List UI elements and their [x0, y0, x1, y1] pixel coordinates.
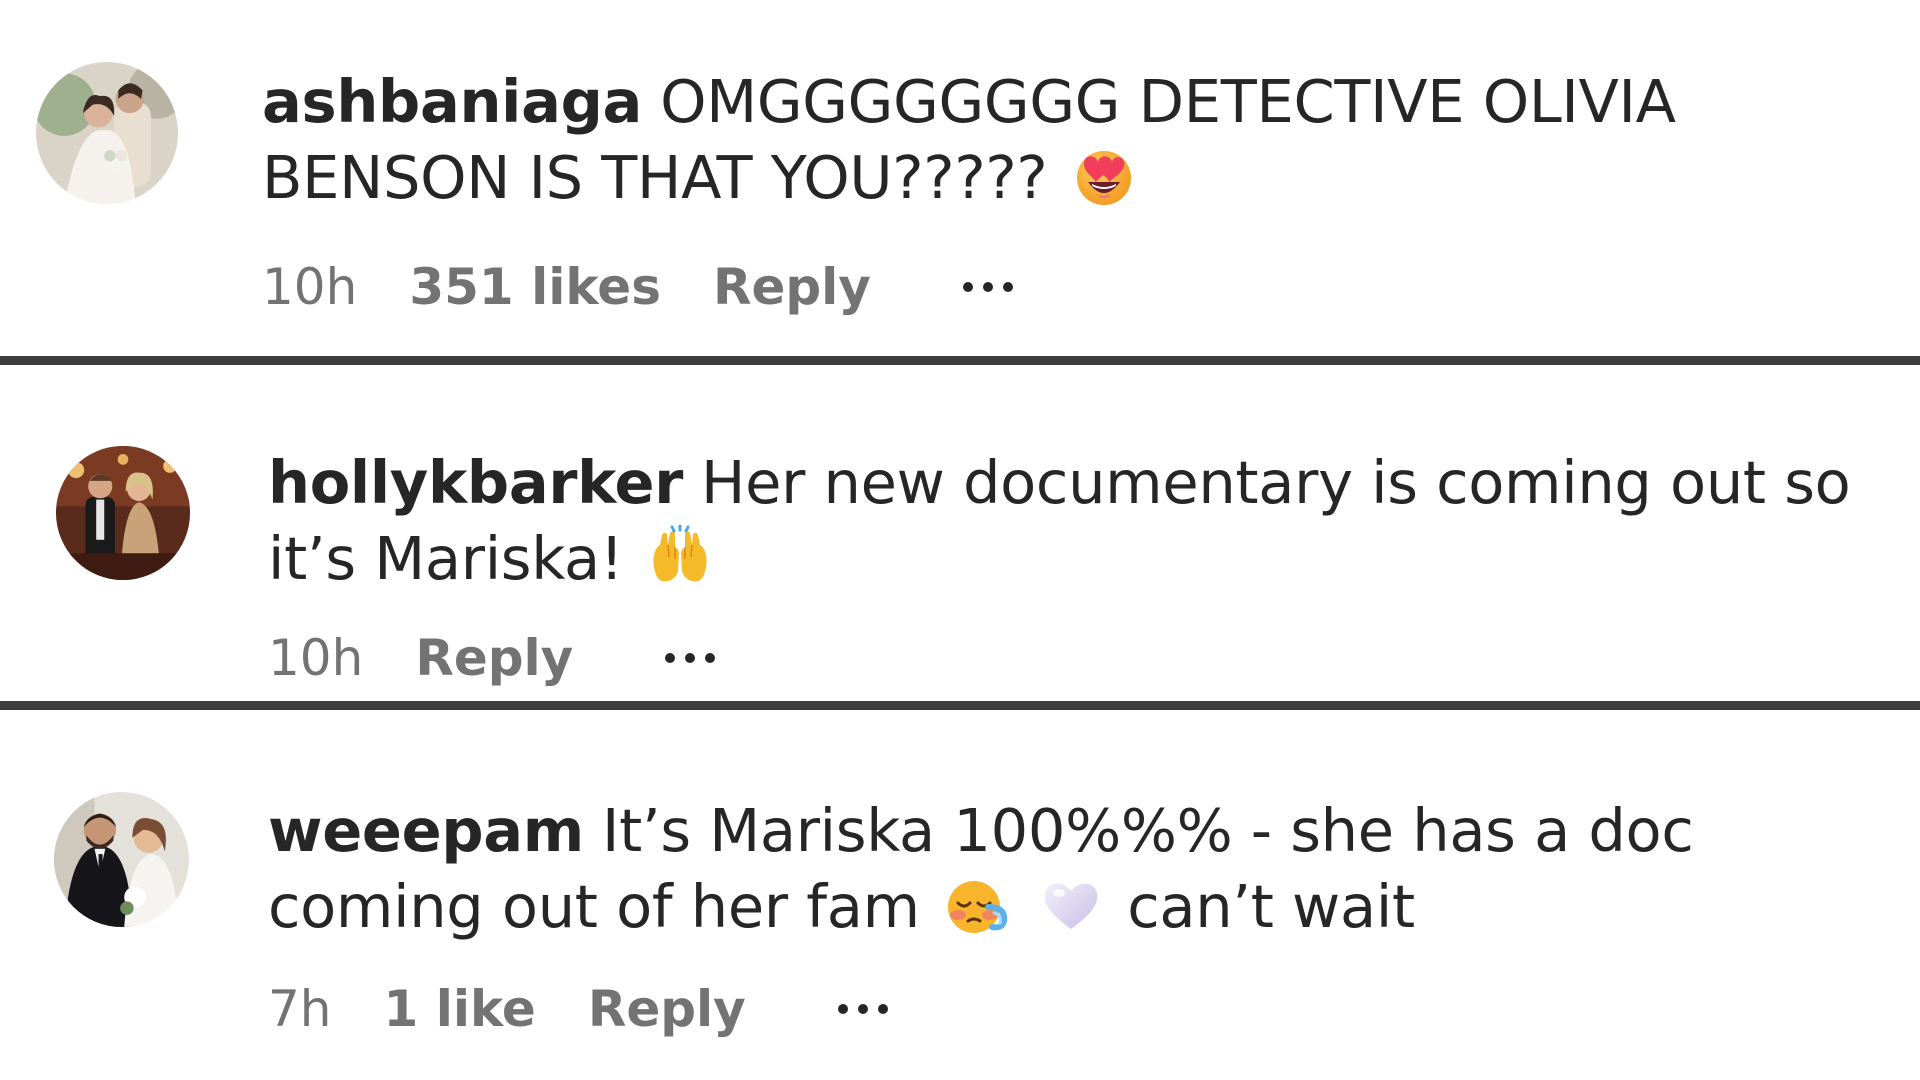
reply-button[interactable]: Reply [713, 258, 871, 316]
comment-text: ashbaniaga OMGGGGGGGG DETECTIVE OLIVIA BE… [262, 64, 1898, 216]
comment-time: 10h [268, 629, 364, 687]
comment-text: weeepam It’s Mariska 100%%% - she has a d… [268, 793, 1898, 945]
comment-body: weeepam It’s Mariska 100%%% - she has a d… [268, 793, 1898, 945]
reply-button[interactable]: Reply [588, 980, 746, 1038]
comment-body: hollykbarker Her new documentary is comin… [268, 445, 1898, 597]
comment-meta: 7h 1 like Reply [268, 980, 888, 1038]
divider [0, 356, 1920, 365]
comment-username[interactable]: ashbaniaga [262, 67, 642, 136]
comment-item: ashbaniaga OMGGGGGGGG DETECTIVE OLIVIA BE… [0, 0, 1920, 356]
face-holding-back-tears-emoji [944, 873, 1008, 937]
more-options-icon[interactable] [837, 989, 888, 1029]
comment-username[interactable]: weeepam [268, 796, 584, 865]
comment-time: 10h [262, 258, 358, 316]
more-options-icon[interactable] [962, 267, 1013, 307]
avatar[interactable] [36, 62, 178, 204]
comment-time: 7h [268, 980, 332, 1038]
comment-likes[interactable]: 351 likes [409, 258, 661, 316]
avatar[interactable] [56, 446, 190, 580]
divider [0, 701, 1920, 710]
more-options-icon[interactable] [665, 638, 716, 678]
raising-hands-emoji [648, 525, 712, 589]
avatar[interactable] [54, 792, 189, 927]
comment-content-tail: can’t wait [1127, 872, 1415, 941]
avatar-image-icon [36, 62, 178, 204]
comment-meta: 10h 351 likes Reply [262, 258, 1013, 316]
comment-username[interactable]: hollykbarker [268, 448, 683, 517]
avatar-image-icon [54, 792, 189, 927]
comment-item: weeepam It’s Mariska 100%%% - she has a d… [0, 710, 1920, 1080]
comment-meta: 10h Reply [268, 629, 716, 687]
white-heart-emoji [1039, 873, 1103, 937]
reply-button[interactable]: Reply [415, 629, 573, 687]
comment-item: hollykbarker Her new documentary is comin… [0, 365, 1920, 706]
comments-list: ashbaniaga OMGGGGGGGG DETECTIVE OLIVIA BE… [0, 0, 1920, 1080]
heart-eyes-emoji [1072, 144, 1136, 208]
comment-body: ashbaniaga OMGGGGGGGG DETECTIVE OLIVIA BE… [262, 64, 1898, 216]
avatar-image-icon [56, 446, 190, 580]
comment-text: hollykbarker Her new documentary is comin… [268, 445, 1898, 597]
comment-likes[interactable]: 1 like [384, 980, 536, 1038]
